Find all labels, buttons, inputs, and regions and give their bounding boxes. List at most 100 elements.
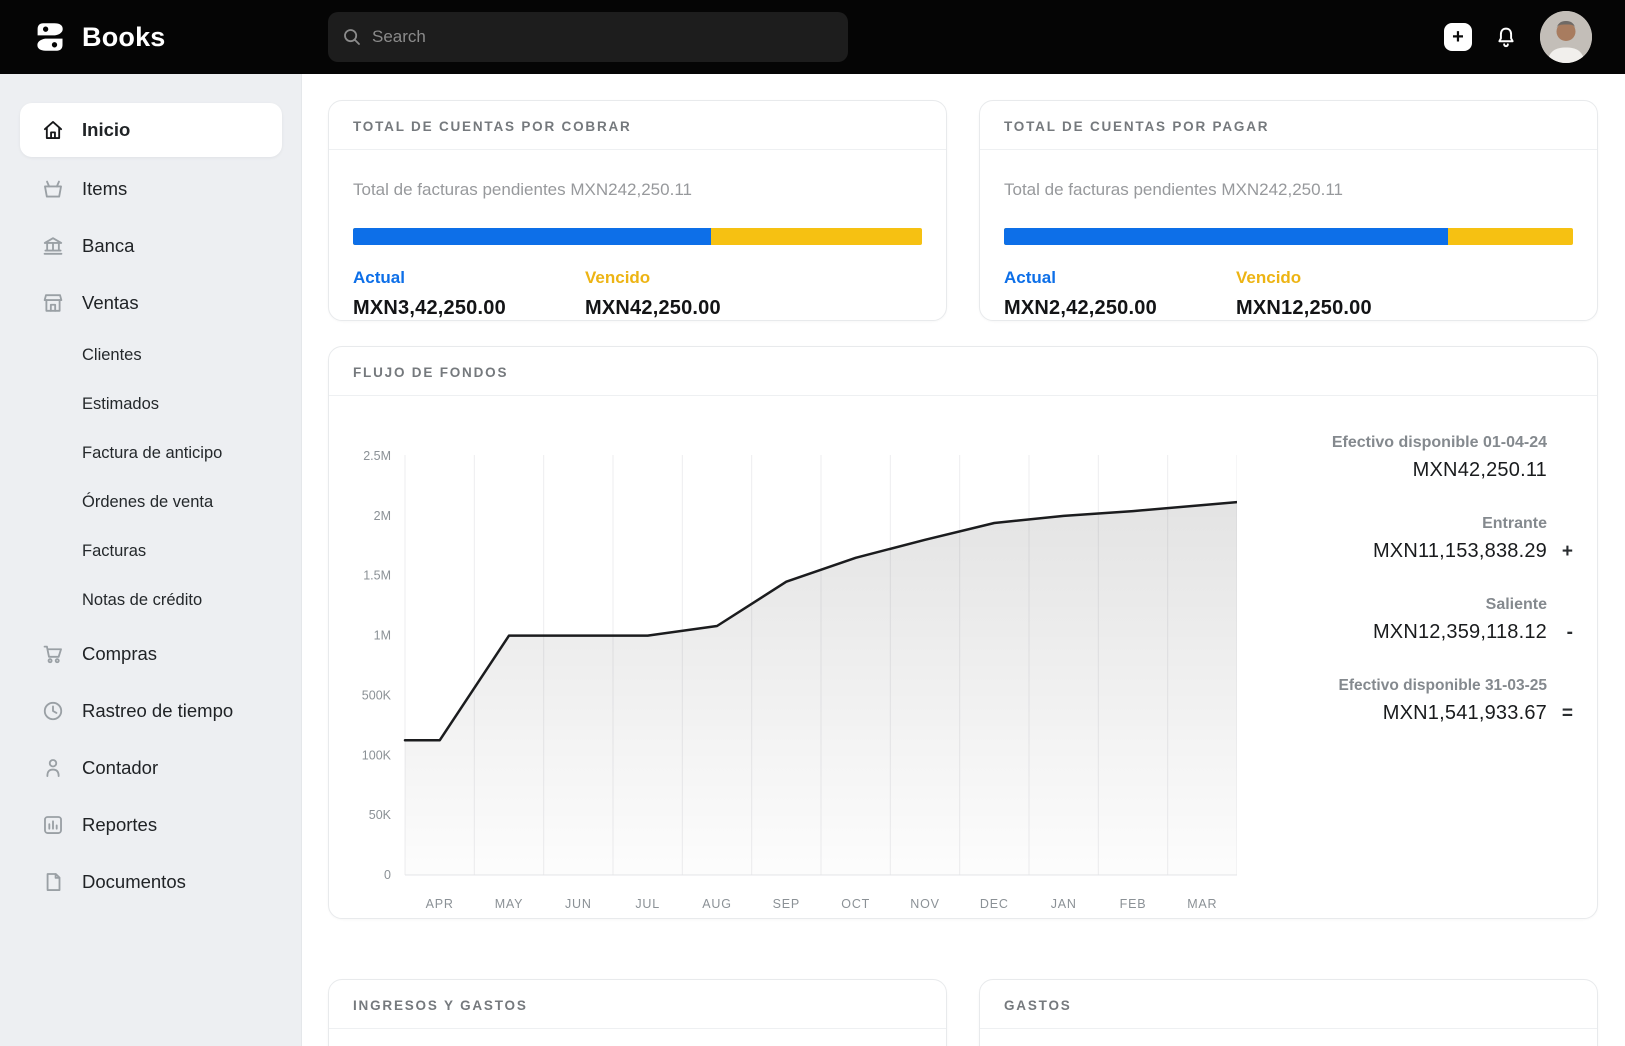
summary-operator: + — [1547, 541, 1573, 563]
income-expense-card: INGRESOS Y GASTOS — [328, 979, 947, 1046]
overdue-value: MXN12,250.00 — [1236, 297, 1468, 320]
payables-card: TOTAL DE CUENTAS POR PAGAR Total de fact… — [979, 100, 1598, 321]
svg-text:50K: 50K — [369, 808, 392, 822]
cashflow-card: FLUJO DE FONDOS 050K100K500K1M1.5M2M2.5M… — [328, 346, 1598, 919]
current-value: MXN2,42,250.00 — [1004, 297, 1236, 320]
sidebar-item-label: Banca — [82, 235, 134, 257]
sidebar-item-banca[interactable]: Banca — [20, 217, 282, 274]
app-brand[interactable]: Books — [0, 18, 166, 56]
sidebar-item-inicio[interactable]: Inicio — [20, 103, 282, 157]
sidebar-item-label: Documentos — [82, 871, 186, 893]
cashflow-summary-row: Efectivo disponible 01-04-24 MXN42,250.11 — [1237, 434, 1573, 482]
cashflow-summary-row: Saliente MXN12,359,118.12- — [1237, 596, 1573, 644]
svg-text:0: 0 — [384, 868, 391, 882]
summary-value: MXN12,359,118.12 — [1373, 621, 1547, 644]
store-icon — [40, 290, 66, 316]
y-axis-labels: 050K100K500K1M1.5M2M2.5M — [362, 449, 392, 882]
cashflow-summary-row: Efectivo disponible 31-03-25 MXN1,541,933… — [1237, 677, 1573, 725]
notifications-button[interactable] — [1493, 24, 1519, 50]
quick-create-button[interactable]: + — [1444, 23, 1472, 51]
receivables-card-title: TOTAL DE CUENTAS POR COBRAR — [329, 101, 946, 150]
payables-card-title: TOTAL DE CUENTAS POR PAGAR — [980, 101, 1597, 150]
basket-icon — [40, 176, 66, 202]
person-icon — [40, 755, 66, 781]
svg-text:DEC: DEC — [980, 897, 1009, 911]
summary-operator: - — [1547, 622, 1573, 644]
dashboard-main: TOTAL DE CUENTAS POR COBRAR Total de fac… — [302, 74, 1625, 1046]
overdue-label: Vencido — [585, 268, 817, 288]
payables-subtitle: Total de facturas pendientes MXN242,250.… — [1004, 180, 1573, 200]
svg-text:2M: 2M — [374, 509, 391, 523]
clock-icon — [40, 698, 66, 724]
home-icon — [40, 117, 66, 143]
receivables-progress-current — [353, 228, 711, 245]
cart-icon — [40, 641, 66, 667]
user-avatar[interactable] — [1540, 11, 1592, 63]
sidebar-item-contador[interactable]: Contador — [20, 739, 282, 796]
svg-text:OCT: OCT — [841, 897, 870, 911]
svg-text:MAY: MAY — [495, 897, 524, 911]
svg-text:FEB: FEB — [1120, 897, 1147, 911]
sidebar-item-label: Inicio — [82, 119, 130, 141]
svg-text:JUL: JUL — [635, 897, 660, 911]
cashflow-summary: Efectivo disponible 01-04-24 MXN42,250.11… — [1237, 418, 1573, 918]
summary-operator: = — [1547, 703, 1573, 725]
receivables-progress-bar — [353, 228, 922, 245]
sidebar-item-documentos[interactable]: Documentos — [20, 853, 282, 910]
sidebar-item-label: Reportes — [82, 814, 157, 836]
sidebar-item-compras[interactable]: Compras — [20, 625, 282, 682]
sidebar-item-factura-de-anticipo[interactable]: Factura de anticipo — [20, 429, 282, 478]
summary-label: Efectivo disponible 31-03-25 — [1237, 677, 1573, 695]
expenses-card: GASTOS — [979, 979, 1598, 1046]
document-icon — [40, 869, 66, 895]
expenses-card-title: GASTOS — [980, 980, 1597, 1029]
receivables-subtitle: Total de facturas pendientes MXN242,250.… — [353, 180, 922, 200]
bell-icon — [1493, 24, 1519, 50]
cashflow-summary-row: Entrante MXN11,153,838.29+ — [1237, 515, 1573, 563]
sidebar-item-label: Compras — [82, 643, 157, 665]
cashflow-card-title: FLUJO DE FONDOS — [329, 347, 1597, 396]
current-value: MXN3,42,250.00 — [353, 297, 585, 320]
summary-label: Entrante — [1237, 515, 1573, 533]
sidebar-item-label: Contador — [82, 757, 158, 779]
sidebar-item-ordenes-de-venta[interactable]: Órdenes de venta — [20, 478, 282, 527]
svg-text:MAR: MAR — [1187, 897, 1217, 911]
income-expense-card-title: INGRESOS Y GASTOS — [329, 980, 946, 1029]
sidebar-item-facturas[interactable]: Facturas — [20, 527, 282, 576]
payables-progress-bar — [1004, 228, 1573, 245]
report-icon — [40, 812, 66, 838]
sidebar-item-notas-de-credito[interactable]: Notas de crédito — [20, 576, 282, 625]
app-title: Books — [82, 22, 166, 53]
svg-text:SEP: SEP — [773, 897, 800, 911]
summary-label: Efectivo disponible 01-04-24 — [1237, 434, 1573, 452]
search-input[interactable] — [372, 27, 834, 47]
svg-text:2.5M: 2.5M — [363, 449, 391, 463]
sidebar-item-clientes[interactable]: Clientes — [20, 331, 282, 380]
sidebar-item-estimados[interactable]: Estimados — [20, 380, 282, 429]
receivables-card: TOTAL DE CUENTAS POR COBRAR Total de fac… — [328, 100, 947, 321]
svg-text:JUN: JUN — [565, 897, 592, 911]
svg-text:1.5M: 1.5M — [363, 569, 391, 583]
summary-value: MXN1,541,933.67 — [1383, 702, 1547, 725]
sidebar-item-rastreo-de-tiempo[interactable]: Rastreo de tiempo — [20, 682, 282, 739]
summary-label: Saliente — [1237, 596, 1573, 614]
books-logo-icon — [30, 18, 68, 56]
svg-text:500K: 500K — [362, 688, 392, 702]
topbar: Books + — [0, 0, 1625, 74]
sidebar-item-ventas[interactable]: Ventas — [20, 274, 282, 331]
summary-value: MXN11,153,838.29 — [1373, 540, 1547, 563]
search-bar[interactable] — [328, 12, 848, 62]
sidebar-item-items[interactable]: Items — [20, 160, 282, 217]
svg-text:AUG: AUG — [702, 897, 732, 911]
current-label: Actual — [353, 268, 585, 288]
cashflow-chart: 050K100K500K1M1.5M2M2.5MAPRMAYJUNJULAUGS… — [353, 418, 1237, 918]
summary-value: MXN42,250.11 — [1413, 459, 1547, 482]
search-icon — [342, 27, 362, 47]
overdue-label: Vencido — [1236, 268, 1468, 288]
current-label: Actual — [1004, 268, 1236, 288]
bank-icon — [40, 233, 66, 259]
svg-text:1M: 1M — [374, 629, 391, 643]
svg-text:NOV: NOV — [910, 897, 940, 911]
payables-progress-current — [1004, 228, 1448, 245]
sidebar-item-reportes[interactable]: Reportes — [20, 796, 282, 853]
